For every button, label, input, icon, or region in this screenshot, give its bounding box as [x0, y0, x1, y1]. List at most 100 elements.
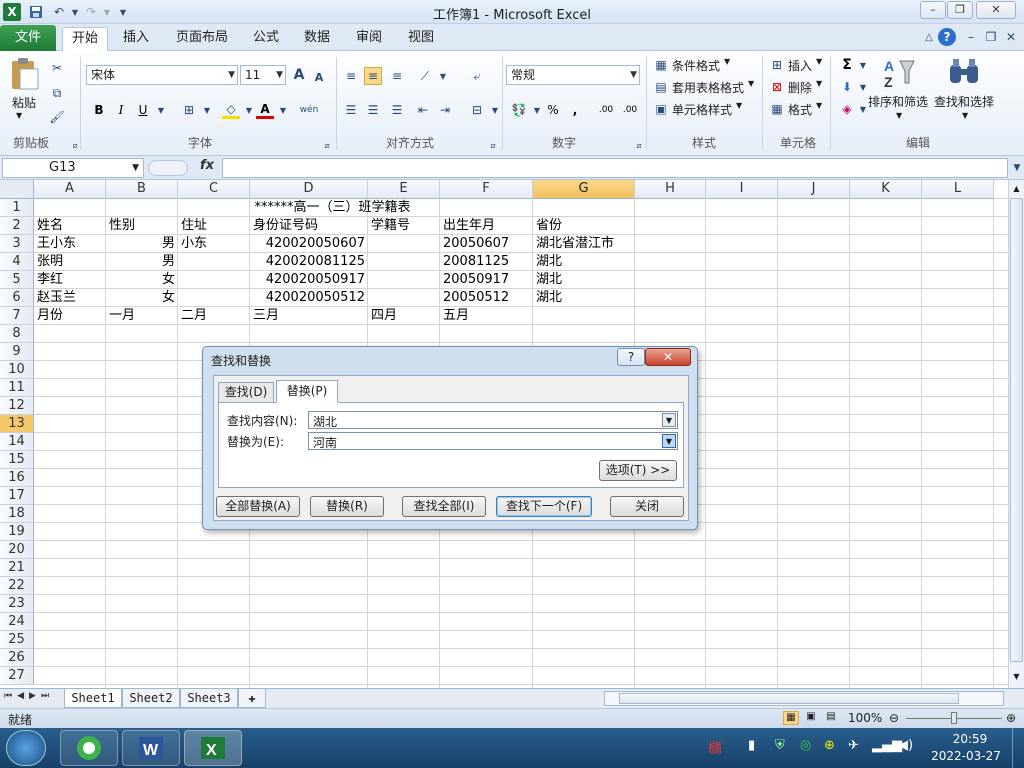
cell-F4[interactable]: 20081125 [440, 253, 512, 271]
delete-cells-icon[interactable]: ⊠ [768, 78, 786, 96]
sheet-tab-3[interactable]: Sheet3 [180, 689, 238, 708]
paste-button[interactable]: 粘贴 [12, 94, 36, 111]
row-header-16[interactable]: 16 [0, 469, 34, 487]
increase-decimal-button[interactable]: .00 [596, 101, 616, 119]
find-next-button[interactable]: 查找下一个(F) [496, 496, 592, 517]
row-header-27[interactable]: 27 [0, 667, 34, 685]
accounting-format-icon[interactable]: 💱 [510, 101, 528, 119]
cell-A2[interactable]: 姓名 [34, 217, 66, 235]
tab-formulas[interactable]: 公式 [246, 27, 286, 51]
row-header-17[interactable]: 17 [0, 487, 34, 505]
border-icon[interactable]: ⊞ [180, 101, 198, 119]
row-header-12[interactable]: 12 [0, 397, 34, 415]
zoom-out-icon[interactable]: ⊖ [889, 711, 899, 725]
cell-D7[interactable]: 三月 [250, 307, 282, 325]
column-header-L[interactable]: L [922, 180, 994, 199]
row-header-22[interactable]: 22 [0, 577, 34, 595]
orientation-icon[interactable]: ⟋ [416, 67, 434, 85]
vertical-scroll-thumb[interactable] [1010, 198, 1023, 662]
percent-style-button[interactable]: % [544, 101, 562, 119]
normal-view-icon[interactable]: ▦ [783, 711, 799, 725]
column-header-H[interactable]: H [635, 180, 706, 199]
clock-date[interactable]: 2022-03-27 [926, 749, 1006, 763]
ime-icon[interactable]: 檹 [708, 738, 722, 758]
row-header-18[interactable]: 18 [0, 505, 34, 523]
font-color-dropdown-icon[interactable]: ▼ [274, 101, 292, 119]
tray-battery-icon[interactable]: ▮ [748, 738, 755, 753]
row-header-13[interactable]: 13 [0, 415, 34, 433]
number-format-select[interactable]: 常规 ▼ [506, 65, 640, 85]
replace-all-button[interactable]: 全部替换(A) [216, 496, 300, 517]
find-what-dropdown-icon[interactable]: ▼ [662, 413, 676, 427]
conditional-format-button[interactable]: 条件格式 [672, 57, 720, 74]
cell-D2[interactable]: 身份证号码 [250, 217, 321, 235]
cell-C2[interactable]: 住址 [178, 217, 210, 235]
tray-360-icon[interactable]: ◎ [800, 738, 811, 753]
restore-button[interactable]: ❐ [947, 1, 973, 19]
tab-replace[interactable]: 替换(P) [276, 380, 338, 403]
row-header-4[interactable]: 4 [0, 253, 34, 271]
dialog-close-icon[interactable]: ✕ [645, 348, 691, 366]
cell-A3[interactable]: 王小东 [34, 235, 79, 253]
cell-A7[interactable]: 月份 [34, 307, 66, 325]
decrease-indent-icon[interactable]: ⇤ [414, 101, 432, 119]
cell-G5[interactable]: 湖北 [533, 271, 565, 289]
cell-styles-icon[interactable]: ▣ [652, 100, 670, 118]
page-break-view-icon[interactable]: ▤ [823, 711, 839, 725]
insert-cells-button[interactable]: 插入 [788, 57, 812, 74]
cell-F6[interactable]: 20050512 [440, 289, 512, 307]
sheet-tab-1[interactable]: Sheet1 [64, 689, 122, 708]
zoom-in-icon[interactable]: ⊕ [1006, 711, 1016, 725]
expand-formula-bar-icon[interactable]: ▼ [1008, 159, 1024, 177]
font-launcher-icon[interactable]: ⧄ [318, 137, 336, 155]
cell-A4[interactable]: 张明 [34, 253, 66, 271]
clock-time[interactable]: 20:59 [940, 732, 1000, 746]
cell-B3[interactable]: 男 [106, 235, 178, 253]
wrap-text-icon[interactable]: ⤶ [468, 67, 486, 85]
row-header-10[interactable]: 10 [0, 361, 34, 379]
cell-B4[interactable]: 男 [106, 253, 178, 271]
dialog-help-button[interactable]: ? [617, 348, 645, 366]
row-header-20[interactable]: 20 [0, 541, 34, 559]
cell-C7[interactable]: 二月 [178, 307, 210, 325]
align-bottom-icon[interactable]: ≡ [388, 67, 406, 85]
close-window-button[interactable]: ✕ [976, 1, 1016, 19]
replace-button[interactable]: 替换(R) [310, 496, 384, 517]
tab-find[interactable]: 查找(D) [218, 382, 274, 402]
tab-data[interactable]: 数据 [297, 27, 337, 51]
taskbar-excel[interactable]: X [184, 730, 242, 766]
help-icon[interactable]: ? [938, 28, 956, 46]
alignment-launcher-icon[interactable]: ⧄ [484, 137, 502, 155]
paste-icon[interactable] [8, 57, 40, 91]
column-header-I[interactable]: I [706, 180, 778, 199]
column-header-E[interactable]: E [368, 180, 440, 199]
font-color-icon[interactable]: A [256, 101, 274, 119]
horizontal-scroll-thumb[interactable] [619, 693, 959, 704]
workbook-minimize-icon[interactable]: – [962, 28, 980, 46]
column-header-F[interactable]: F [440, 180, 533, 199]
phonetic-icon[interactable]: wén [298, 101, 320, 119]
row-header-3[interactable]: 3 [0, 235, 34, 253]
format-cells-button[interactable]: 格式 [788, 101, 812, 118]
cell-D4[interactable]: 420020081125 [250, 253, 368, 271]
cell-D5[interactable]: 420020050917 [250, 271, 368, 289]
cell-F5[interactable]: 20050917 [440, 271, 512, 289]
minimize-button[interactable]: – [920, 1, 946, 19]
row-header-19[interactable]: 19 [0, 523, 34, 541]
cell-G6[interactable]: 湖北 [533, 289, 565, 307]
page-layout-view-icon[interactable]: ▣ [803, 711, 819, 725]
options-button[interactable]: 选项(T) >> [599, 460, 677, 481]
column-header-K[interactable]: K [850, 180, 922, 199]
cell-A6[interactable]: 赵玉兰 [34, 289, 79, 307]
row-header-21[interactable]: 21 [0, 559, 34, 577]
insert-cells-icon[interactable]: ⊞ [768, 56, 786, 74]
cell-F3[interactable]: 20050607 [440, 235, 512, 253]
format-painter-icon[interactable]: 🖌 [48, 108, 66, 126]
scroll-down-icon[interactable]: ▼ [1010, 670, 1023, 683]
cell-G3[interactable]: 湖北省潜江市 [533, 235, 617, 253]
vertical-scrollbar[interactable]: ▲ ▼ [1008, 180, 1024, 688]
column-header-A[interactable]: A [34, 180, 106, 199]
start-button[interactable] [6, 730, 46, 766]
format-as-table-button[interactable]: 套用表格格式 [672, 79, 744, 96]
row-header-8[interactable]: 8 [0, 325, 34, 343]
